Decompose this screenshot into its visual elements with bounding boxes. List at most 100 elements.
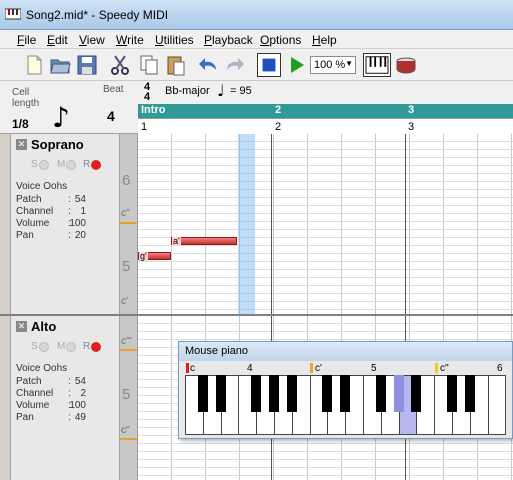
time-signature[interactable]: 44 [140,82,154,103]
track-name: Alto [31,319,57,334]
score-header: Cell length 1/8 ♪ Beat 4 44 Bb-major ♩ =… [0,81,513,134]
section-2[interactable]: 2 [275,104,281,116]
beat-label: Beat [103,84,124,95]
menu-help[interactable]: Help [312,33,337,47]
pan-row[interactable]: Pan:49 [16,412,116,423]
play-icon[interactable] [284,53,308,77]
undo-icon[interactable] [196,53,220,77]
note[interactable] [171,237,237,245]
piano-white-key[interactable] [487,375,507,435]
playhead [238,134,255,314]
menu-bar: File Edit View Write Utilities Playback … [0,30,513,49]
beat-value[interactable]: 4 [107,108,115,124]
c-marker: c''' [121,336,132,347]
new-file-icon[interactable] [22,53,46,77]
cut-icon[interactable] [108,53,132,77]
track-soprano: ✕ Soprano S M R Voice Oohs Patch:54 Chan… [0,134,513,314]
piano-label: c' [315,363,322,374]
menu-view[interactable]: View [79,33,105,47]
piano-black-key[interactable] [215,375,226,412]
piano-black-key[interactable] [375,375,386,412]
zoom-select[interactable]: 100 % ▼ [310,56,356,74]
tempo-value[interactable]: = 95 [230,85,252,97]
channel-row[interactable]: Channel:1 [16,206,116,217]
drum-icon[interactable] [394,53,418,77]
piano-icon[interactable] [363,53,391,77]
voice-name[interactable]: Voice Oohs [16,181,67,192]
patch-row[interactable]: Patch:54 [16,194,116,205]
mouse-piano-window: Mouse piano c 4 c' 5 c'' 6 [178,341,513,439]
piano-black-key[interactable] [411,375,422,412]
piano-label: c'' [440,363,449,374]
section-intro[interactable]: Intro [141,104,165,116]
mute-toggle[interactable] [66,342,76,352]
copy-icon[interactable] [137,53,161,77]
track-panel: ✕ Alto S M R Voice Oohs Patch:54 Channel… [10,316,120,480]
stop-icon[interactable] [257,53,281,77]
menu-edit[interactable]: Edit [47,33,68,47]
channel-row[interactable]: Channel:2 [16,388,116,399]
measure-1: 1 [141,121,148,133]
volume-row[interactable]: Volume:100 [16,400,116,411]
menu-utilities[interactable]: Utilities [155,33,194,47]
piano-label: 4 [247,363,253,374]
solo-toggle[interactable] [39,160,49,170]
voice-name[interactable]: Voice Oohs [16,363,67,374]
cell-length-value[interactable]: 1/8 [12,117,29,131]
bar-line [271,134,272,314]
patch-row[interactable]: Patch:54 [16,376,116,387]
measure-3: 3 [408,121,415,133]
measure-ruler[interactable]: 1 2 3 [138,118,513,134]
piano-black-key[interactable] [340,375,351,412]
c-marker: c'' [121,208,130,219]
close-icon[interactable]: ✕ [16,139,27,150]
pan-row[interactable]: Pan:20 [16,230,116,241]
piano-black-key[interactable] [464,375,475,412]
close-icon[interactable]: ✕ [16,321,27,332]
save-icon[interactable] [75,53,99,77]
measure-2: 2 [275,121,282,133]
chevron-down-icon: ▼ [345,59,353,68]
menu-options[interactable]: Options [260,33,301,47]
piano-black-key[interactable] [286,375,297,412]
octave-label: 6 [122,172,131,189]
toolbar: 100 % ▼ [0,49,513,81]
piano-black-key[interactable] [197,375,208,412]
paste-icon[interactable] [164,53,188,77]
note-grid[interactable]: a' g' [138,134,513,314]
bar-line [405,134,406,314]
record-toggle[interactable] [91,342,101,352]
c-line [120,349,137,351]
range-marker [186,363,189,373]
title-bar: Song2.mid* - Speedy MIDI [0,0,513,30]
mouse-piano-title[interactable]: Mouse piano [179,342,512,361]
record-label: R [83,341,91,352]
octave-label: 5 [122,258,131,275]
mute-toggle[interactable] [66,160,76,170]
octave-label: 5 [122,386,131,403]
c-marker: c'' [121,425,130,436]
menu-file[interactable]: File [17,33,36,47]
solo-toggle[interactable] [39,342,49,352]
redo-icon[interactable] [223,53,247,77]
eighth-note-icon[interactable]: ♪ [52,101,70,134]
piano-label: 6 [497,363,503,374]
piano-black-key[interactable] [251,375,262,412]
piano-black-key[interactable] [269,375,279,412]
c-marker: c' [121,296,128,307]
key-signature[interactable]: Bb-major [165,85,210,97]
section-3[interactable]: 3 [408,104,414,116]
piano-label: c [190,363,195,374]
record-label: R [83,159,91,170]
piano-black-key[interactable] [447,375,457,412]
menu-playback[interactable]: Playback [204,33,253,47]
volume-row[interactable]: Volume:100 [16,218,116,229]
piano-octave-labels: c 4 c' 5 c'' 6 [185,362,513,374]
quarter-note-icon: ♩ [217,81,225,100]
piano-black-key[interactable] [322,375,333,412]
record-toggle[interactable] [91,160,101,170]
open-folder-icon[interactable] [48,53,72,77]
range-marker [435,363,438,373]
piano-black-key[interactable] [393,375,404,412]
menu-write[interactable]: Write [116,33,144,47]
